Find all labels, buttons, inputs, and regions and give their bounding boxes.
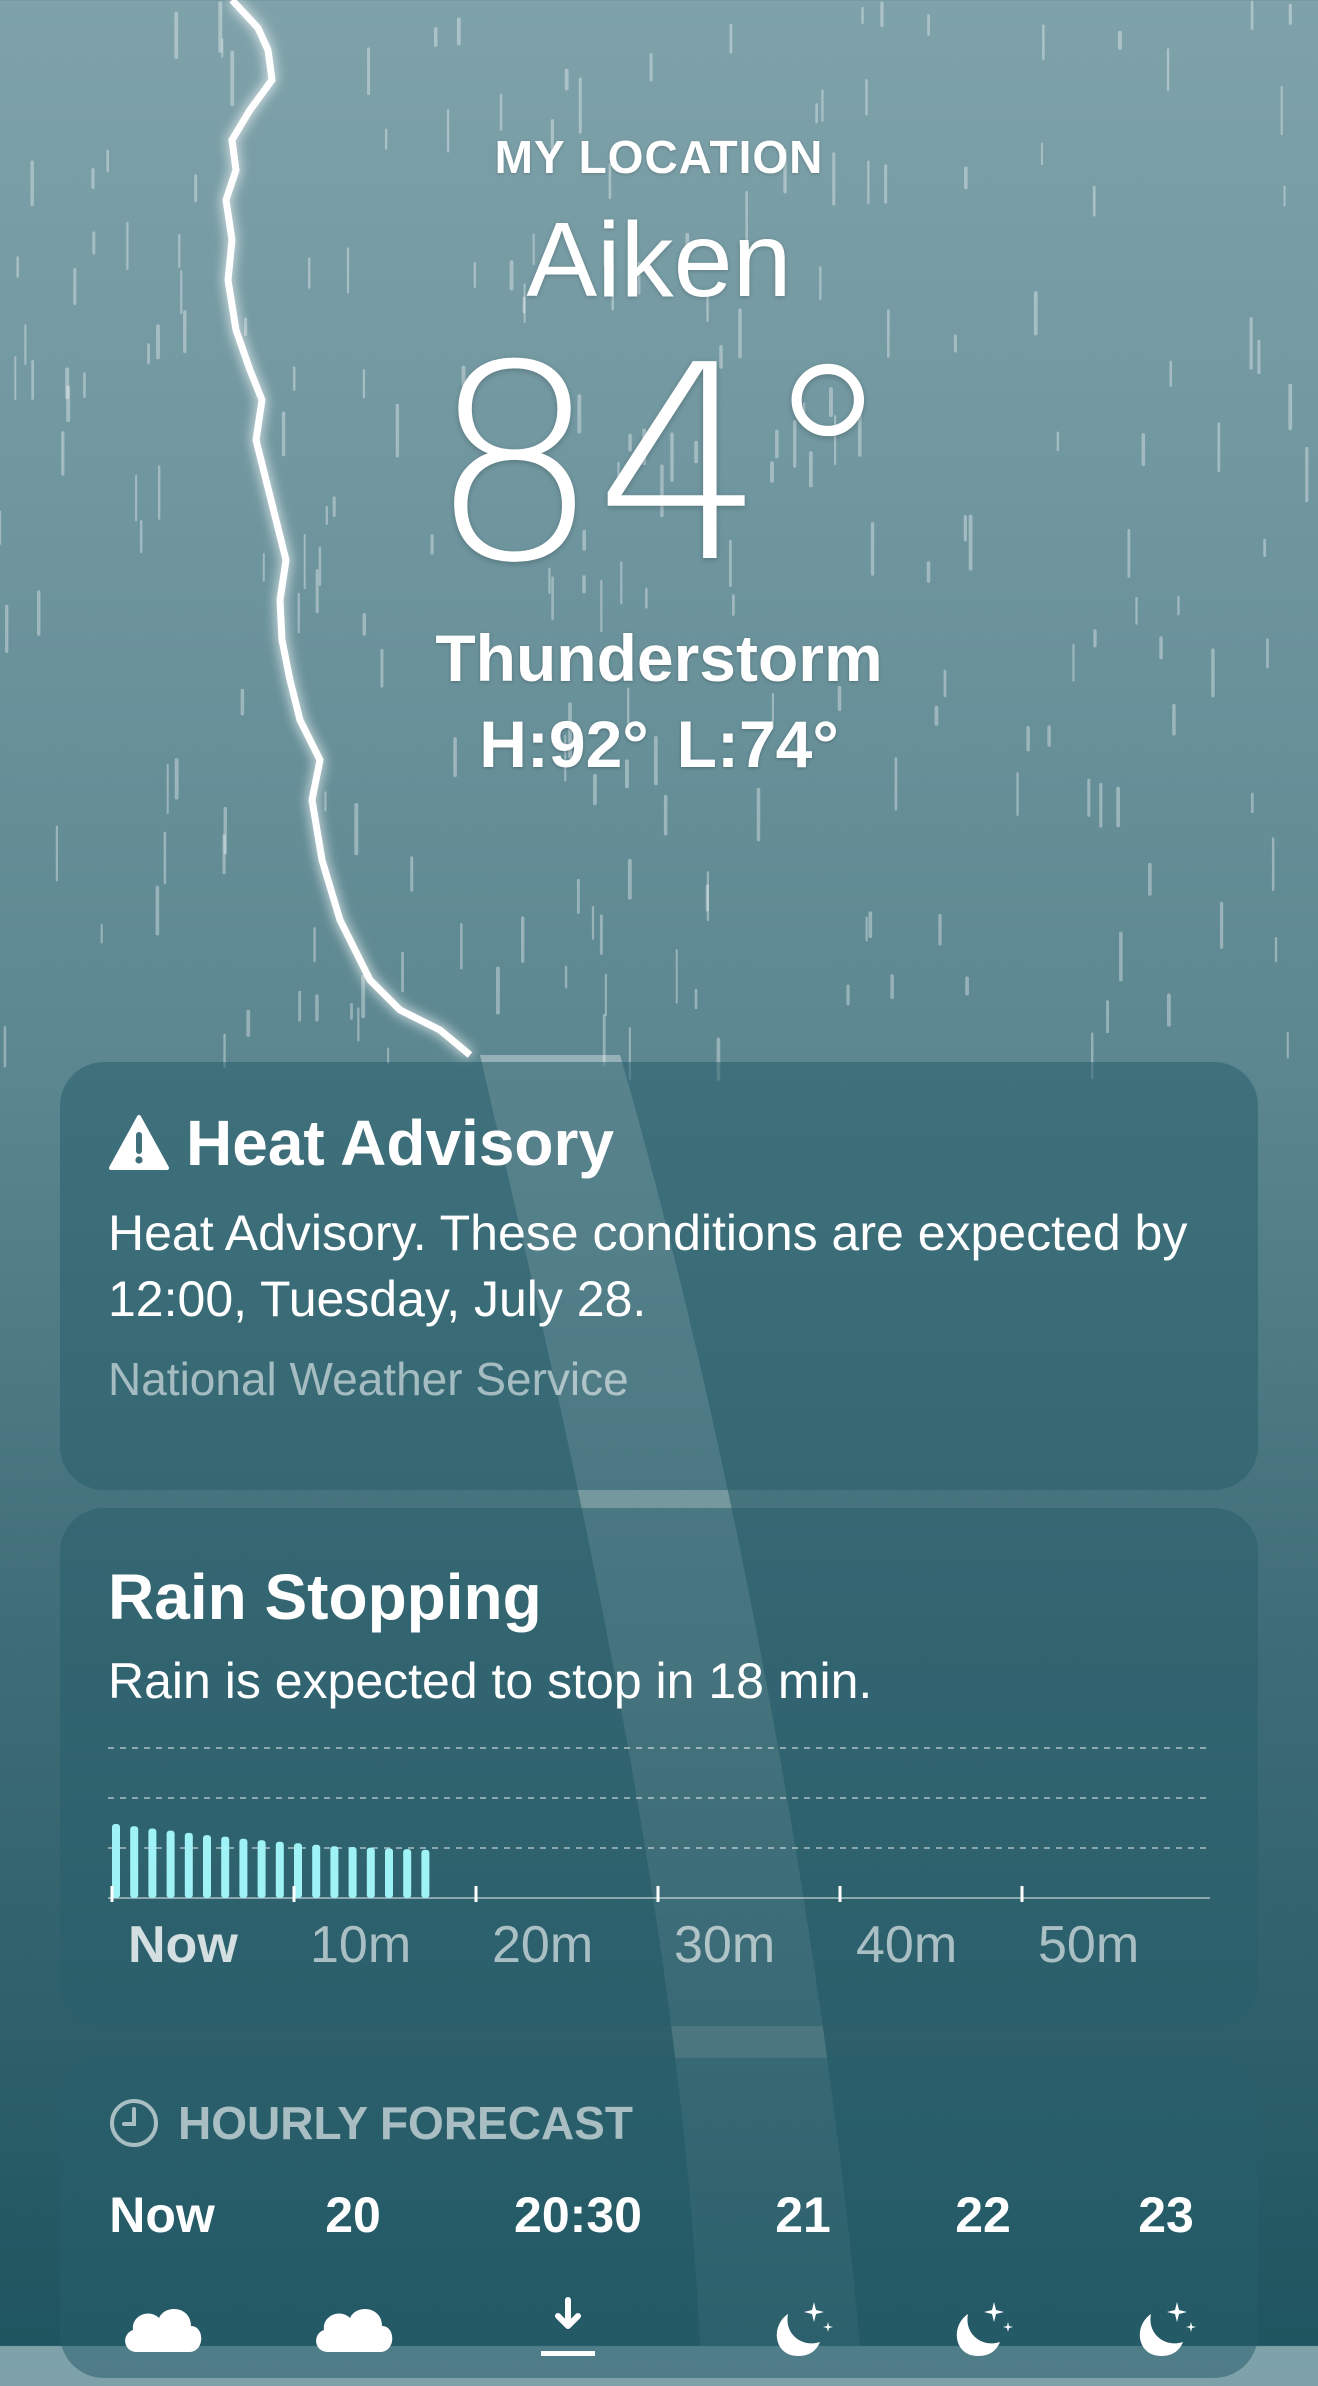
precip-bar <box>403 1849 412 1898</box>
precip-bar <box>203 1835 211 1898</box>
advisory-source: National Weather Service <box>108 1353 629 1405</box>
precip-bar <box>421 1849 430 1898</box>
precip-bar <box>385 1848 393 1898</box>
hour-item[interactable]: Now <box>82 2186 242 2352</box>
warning-triangle-icon <box>109 1115 169 1170</box>
hourly-forecast-header: HOURLY FORECAST <box>108 2096 1210 2150</box>
advisory-title: Heat Advisory <box>186 1107 614 1179</box>
high-temp: H:92° <box>479 707 649 781</box>
precip-bar <box>366 1847 375 1898</box>
high-low: H:92° L:74° <box>0 706 1318 782</box>
chart-tick-label: 20m <box>492 1916 593 1974</box>
rain-stopping-card[interactable]: Rain Stopping Rain is expected to stop i… <box>60 1508 1258 2026</box>
hour-item[interactable]: 21 <box>723 2186 883 2356</box>
current-temperature: 84° <box>428 307 896 622</box>
precipitation-chart: Now 10m 20m 30m 40m 50m <box>108 1747 1210 1974</box>
hourly-forecast-label: HOURLY FORECAST <box>178 2097 633 2149</box>
hour-time: 22 <box>955 2187 1011 2243</box>
rain-title: Rain Stopping <box>108 1561 542 1633</box>
rain-description: Rain is expected to stop in 18 min. <box>108 1653 873 1709</box>
sunset-icon <box>533 2296 603 2368</box>
hour-item[interactable]: 22 <box>903 2186 1063 2356</box>
moon-stars-icon <box>938 2296 1018 2368</box>
chart-tick-label: Now <box>128 1916 238 1974</box>
chart-tick-label: 10m <box>310 1916 411 1974</box>
precip-bar <box>130 1826 139 1898</box>
hour-time: 20 <box>325 2187 381 2243</box>
hour-time: 21 <box>775 2187 831 2243</box>
precip-bar <box>275 1841 284 1898</box>
advisory-title-row: Heat Advisory <box>108 1106 1210 1180</box>
hour-item[interactable]: 20:30 <box>498 2186 658 2357</box>
clock-icon <box>110 2099 158 2147</box>
precip-bar <box>184 1832 193 1898</box>
city-name: Aiken <box>526 201 792 319</box>
precip-bar <box>348 1846 357 1898</box>
precip-bar <box>148 1828 157 1898</box>
hourly-forecast-card[interactable]: HOURLY FORECAST Now 20 20:30 21 22 23 <box>60 2058 1258 2378</box>
precip-bar <box>221 1836 230 1898</box>
precip-bar <box>312 1844 321 1898</box>
hour-time: 20:30 <box>514 2187 642 2243</box>
moon-stars-icon <box>1121 2296 1201 2368</box>
cloud-icon <box>308 2296 398 2368</box>
chart-tick-label: 40m <box>856 1916 957 1974</box>
precip-bar <box>239 1838 248 1898</box>
hour-item[interactable]: 23 <box>1086 2186 1246 2356</box>
hour-item[interactable]: 20 <box>273 2186 433 2352</box>
precip-bar <box>330 1846 339 1898</box>
chart-tick-label: 30m <box>674 1916 775 1974</box>
hour-time: 23 <box>1138 2187 1194 2243</box>
condition-text: Thunderstorm <box>435 621 883 695</box>
advisory-body: Heat Advisory. These conditions are expe… <box>108 1205 1188 1327</box>
moon-stars-icon <box>758 2296 838 2368</box>
hour-time: Now <box>109 2187 215 2243</box>
location-label: MY LOCATION <box>494 131 824 183</box>
heat-advisory-card[interactable]: Heat Advisory Heat Advisory. These condi… <box>60 1062 1258 1490</box>
low-temp: L:74° <box>676 707 839 781</box>
precip-bar <box>166 1830 175 1898</box>
chart-tick-label: 50m <box>1038 1916 1139 1974</box>
cloud-icon <box>117 2296 207 2368</box>
precip-bar <box>257 1840 266 1898</box>
hourly-list: Now 20 20:30 21 22 23 <box>108 2186 1228 2386</box>
